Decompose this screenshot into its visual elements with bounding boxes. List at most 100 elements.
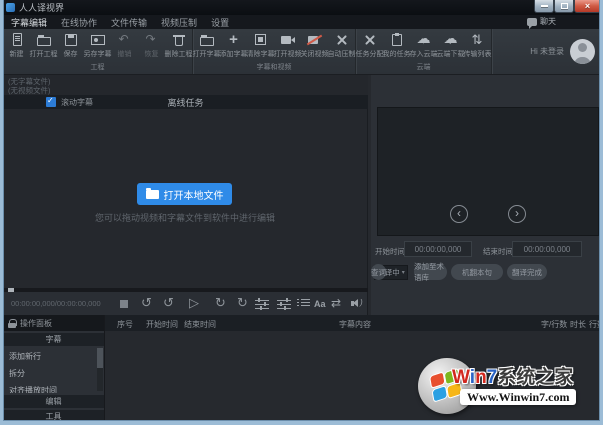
close-video-icon bbox=[306, 32, 324, 48]
maximize-button[interactable] bbox=[554, 0, 574, 13]
chat-bubble-icon bbox=[527, 18, 537, 26]
open-subtitle-folder-icon bbox=[198, 32, 216, 48]
close-button[interactable]: × bbox=[574, 0, 601, 13]
action-row: 翻译中 ▾ 查词添加至术语库机翻本句翻译完成 bbox=[371, 264, 603, 282]
operations-panel-title: 操作面板 bbox=[20, 318, 52, 329]
toolbar-group-label: 工程 bbox=[3, 62, 192, 72]
toolbar-button-save[interactable]: 保存 bbox=[57, 32, 84, 59]
toolbar-button-label: 打开工程 bbox=[30, 49, 58, 59]
user-avatar[interactable] bbox=[570, 39, 595, 64]
table-header-5: 字/行数 bbox=[541, 319, 567, 330]
open-video-icon bbox=[279, 32, 297, 48]
skip-back-button[interactable]: ↺ bbox=[141, 295, 152, 311]
toolbar-button-task-tools[interactable]: 任务分配 bbox=[356, 32, 383, 59]
open-local-file-button[interactable]: 打开本地文件 bbox=[137, 183, 232, 205]
window-controls: × bbox=[534, 0, 601, 13]
ops-scrollbar-thumb[interactable] bbox=[97, 348, 103, 368]
chat-button[interactable]: 聊天 bbox=[527, 16, 556, 27]
subtitle-edit-panel: ‹ › 开始时间 结束时间 翻译中 ▾ 查词添加至术语库机翻本句翻译完成 bbox=[371, 75, 603, 315]
ops-scrollbar[interactable] bbox=[97, 348, 103, 391]
toolbar-button-label: 恢复 bbox=[145, 49, 159, 59]
toolbar-button-delete-project[interactable]: 删除工程 bbox=[165, 32, 192, 59]
ops-item-list: 添加新行拆分对齐播放时间合并 bbox=[3, 346, 104, 393]
player-bar: 00:00:00,000/00:00:00,000 ↺ ↺ ▷ ↻ ↻ Aa ⇄… bbox=[3, 292, 368, 315]
toolbar-button-save-subtitle-as[interactable]: 另存字幕 bbox=[84, 32, 111, 59]
minimize-button[interactable] bbox=[534, 0, 554, 13]
maximize-icon bbox=[561, 3, 568, 9]
table-header-2: 开始时间 bbox=[146, 319, 178, 330]
toolbar-button-open-video[interactable]: 打开视频 bbox=[274, 32, 301, 59]
open-project-folder-icon bbox=[35, 32, 53, 48]
subtitle-list-icon[interactable] bbox=[297, 298, 310, 308]
table-header-4: 字幕内容 bbox=[339, 319, 371, 330]
ops-section-2[interactable]: 编辑 bbox=[3, 395, 104, 408]
swap-tracks-icon[interactable]: ⇄ bbox=[331, 296, 341, 310]
start-time-input[interactable] bbox=[404, 241, 472, 257]
font-icon[interactable]: Aa bbox=[314, 299, 326, 309]
toolbar-button-cloud-download[interactable]: 云端下载 bbox=[437, 32, 464, 59]
login-greeting[interactable]: Hi 未登录 bbox=[530, 46, 564, 57]
ops-item-1[interactable]: 添加新行 bbox=[3, 348, 104, 365]
table-header-7: 行数 bbox=[589, 319, 603, 330]
toolbar-button-cloud-upload[interactable]: 存入云端 bbox=[410, 32, 437, 59]
toolbar-button-open-subtitle-folder[interactable]: 打开字幕 bbox=[193, 32, 220, 59]
table-header-1: 序号 bbox=[117, 319, 133, 330]
play-button[interactable]: ▷ bbox=[189, 295, 199, 311]
lookup-word-button[interactable]: 查词 bbox=[371, 264, 386, 280]
skip-forward-button[interactable]: ↻ bbox=[237, 295, 248, 311]
add-to-termbase-button[interactable]: 添加至术语库 bbox=[414, 264, 447, 280]
toolbar-button-undo[interactable]: 撤销 bbox=[111, 32, 138, 59]
toolbar-button-transfer-list[interactable]: 传输列表 bbox=[464, 32, 491, 59]
ops-section-3[interactable]: 工具 bbox=[3, 410, 104, 423]
minimize-icon bbox=[541, 5, 548, 7]
menu-item-4[interactable]: 视频压制 bbox=[161, 16, 197, 29]
end-time-input[interactable] bbox=[512, 241, 582, 257]
timeline-settings-sliders-icon[interactable] bbox=[277, 298, 291, 309]
forward-button[interactable]: ↻ bbox=[215, 295, 226, 311]
drag-drop-hint: 您可以拖动视频和字幕文件到软件中进行编辑 bbox=[3, 211, 367, 224]
folder-icon bbox=[146, 190, 159, 199]
ops-section-1[interactable]: 字幕 bbox=[3, 333, 104, 346]
toolbar-button-label: 打开字幕 bbox=[193, 49, 221, 59]
lock-icon[interactable] bbox=[8, 319, 16, 328]
ops-item-2[interactable]: 拆分 bbox=[3, 365, 104, 382]
subtitle-text-box[interactable]: ‹ › bbox=[377, 107, 599, 236]
add-subtitle-icon bbox=[225, 32, 243, 48]
my-tasks-icon bbox=[388, 32, 406, 48]
toolbar-button-label: 自动压制 bbox=[328, 49, 356, 59]
toolbar-button-burn-video[interactable]: 自动压制 bbox=[328, 32, 355, 59]
file-info: (无字幕文件) (无视频文件) bbox=[3, 75, 368, 95]
video-drop-area[interactable]: 打开本地文件 您可以拖动视频和字幕文件到软件中进行编辑 bbox=[3, 109, 368, 288]
stop-button[interactable] bbox=[120, 300, 128, 308]
menu-item-2[interactable]: 在线协作 bbox=[61, 16, 97, 29]
next-line-button[interactable]: › bbox=[508, 205, 526, 223]
ops-item-3[interactable]: 对齐播放时间 bbox=[3, 382, 104, 393]
title-bar: 人人译视界 × bbox=[0, 0, 603, 15]
machine-translate-button[interactable]: 机翻本句 bbox=[451, 264, 503, 280]
toolbar-button-redo[interactable]: 恢复 bbox=[138, 32, 165, 59]
preview-header: 滚动字幕 离线任务 bbox=[3, 95, 368, 109]
burn-video-icon bbox=[333, 32, 351, 48]
toolbar-button-clear-subtitle[interactable]: 清除字幕 bbox=[247, 32, 274, 59]
cloud-upload-icon bbox=[415, 32, 433, 48]
previous-line-button[interactable]: ‹ bbox=[450, 205, 468, 223]
subtitle-table-body[interactable] bbox=[105, 331, 603, 421]
menu-item-5[interactable]: 设置 bbox=[211, 16, 229, 29]
volume-icon[interactable]: ) bbox=[350, 298, 364, 309]
subtitle-style-sliders-icon[interactable] bbox=[255, 298, 269, 309]
toolbar-button-new-document[interactable]: 新建 bbox=[3, 32, 30, 59]
toolbar-button-open-project-folder[interactable]: 打开工程 bbox=[30, 32, 57, 59]
cloud-download-icon bbox=[442, 32, 460, 48]
toolbar-button-close-video[interactable]: 关闭视频 bbox=[301, 32, 328, 59]
toolbar-button-add-subtitle[interactable]: 添加字幕 bbox=[220, 32, 247, 59]
rewind-button[interactable]: ↺ bbox=[163, 295, 174, 311]
app-window: 人人译视界 × 字幕编辑在线协作文件传输视频压制设置 聊天 新建打开工程保存另存… bbox=[0, 0, 603, 425]
delete-project-icon bbox=[170, 32, 188, 48]
translation-done-button[interactable]: 翻译完成 bbox=[507, 264, 547, 280]
toolbar-button-label: 添加字幕 bbox=[220, 49, 248, 59]
tab-offline-task[interactable]: 离线任务 bbox=[3, 96, 368, 109]
menu-item-3[interactable]: 文件传输 bbox=[111, 16, 147, 29]
toolbar-button-label: 打开视频 bbox=[274, 49, 302, 59]
menu-item-1[interactable]: 字幕编辑 bbox=[11, 16, 47, 29]
toolbar-button-my-tasks[interactable]: 我的任务 bbox=[383, 32, 410, 59]
